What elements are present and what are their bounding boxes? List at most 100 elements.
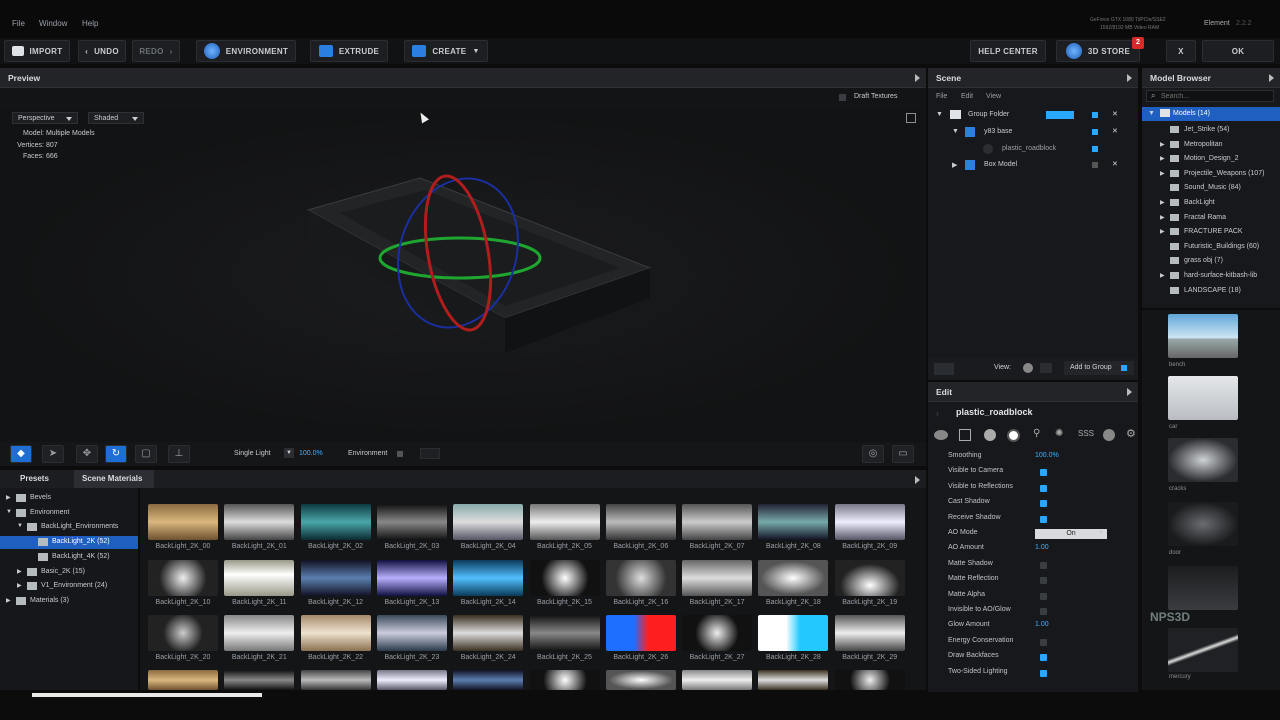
model-folder-item[interactable]: Jet_Strike (54) (1142, 123, 1280, 137)
material-thumbnail-partial[interactable] (224, 670, 295, 690)
gear-icon[interactable]: ⚙ (1126, 427, 1136, 440)
glow-icon[interactable]: ✺ (1055, 428, 1063, 439)
expand-arrow-icon[interactable]: ▼ (6, 509, 12, 515)
undo-button[interactable]: ‹ UNDO (78, 40, 126, 62)
expand-arrow-icon[interactable]: ▶ (1160, 155, 1165, 162)
rotate-icon[interactable]: ↻ (105, 445, 127, 463)
property-checkbox[interactable] (1040, 469, 1047, 477)
tab-presets[interactable]: Presets (6, 470, 64, 488)
material-thumbnail[interactable]: BackLight_2K_18 (758, 559, 829, 612)
sss-icon[interactable]: SSS (1078, 429, 1094, 438)
menu-help[interactable]: Help (82, 19, 98, 28)
material-thumbnail-partial[interactable] (682, 670, 753, 690)
expand-arrow-icon[interactable]: ▶ (6, 494, 11, 501)
material-thumbnail[interactable]: BackLight_2K_21 (224, 615, 295, 667)
maximize-icon[interactable] (906, 113, 916, 123)
expand-arrow-icon[interactable]: ▼ (952, 128, 959, 135)
model-folder-item[interactable]: Sound_Music (84) (1142, 181, 1280, 195)
visibility-checkbox[interactable] (1092, 146, 1098, 152)
material-thumbnail[interactable]: BackLight_2K_20 (148, 615, 218, 667)
material-thumbnail-partial[interactable] (148, 670, 218, 690)
expand-arrow-icon[interactable]: ▼ (1148, 110, 1155, 117)
property-value[interactable]: 1.00 (1035, 544, 1049, 551)
material-thumbnail[interactable]: BackLight_2K_14 (453, 559, 524, 612)
environment-button[interactable]: ENVIRONMENT (196, 40, 296, 62)
material-thumbnail[interactable]: BackLight_2K_01 (224, 504, 295, 556)
model-root-folder[interactable]: ▼ Models (14) (1142, 107, 1280, 121)
material-thumbnail[interactable]: BackLight_2K_13 (376, 559, 447, 612)
material-thumbnail[interactable]: BackLight_2K_19 (834, 559, 905, 612)
model-thumb-cracks[interactable] (1168, 438, 1238, 482)
material-thumbnail[interactable]: BackLight_2K_26 (605, 615, 676, 667)
model-folder-item[interactable]: ▶ hard-surface-kitbash-lib (1142, 269, 1280, 283)
expand-arrow-icon[interactable]: ▶ (1160, 272, 1165, 279)
material-thumbnail-partial[interactable] (300, 670, 371, 690)
model-thumb-bench[interactable] (1168, 314, 1238, 358)
visibility-checkbox[interactable] (1092, 129, 1098, 135)
material-thumbnail-partial[interactable] (758, 670, 829, 690)
camera-add-icon[interactable] (934, 363, 954, 375)
scene-item-group-folder[interactable]: ▼ Group Folder ✕ (928, 108, 1138, 124)
scene-item-y83-base[interactable]: ▼ y83 base ✕ (928, 125, 1138, 141)
property-checkbox[interactable] (1040, 592, 1047, 600)
property-checkbox[interactable] (1040, 669, 1047, 677)
view-mode-dropdown[interactable]: Perspective (12, 112, 78, 124)
delete-icon[interactable]: ✕ (1112, 127, 1118, 135)
property-checkbox[interactable] (1040, 561, 1047, 569)
visibility-checkbox[interactable] (1092, 162, 1098, 168)
create-button[interactable]: CREATE ▼ (404, 40, 488, 62)
material-thumbnail[interactable]: BackLight_2K_00 (148, 504, 218, 556)
extrude-button[interactable]: EXTRUDE (310, 40, 388, 62)
material-thumbnail[interactable]: BackLight_2K_03 (376, 504, 447, 556)
model-folder-item[interactable]: grass obj (7) (1142, 254, 1280, 268)
shading-dropdown[interactable]: Shaded (88, 112, 144, 124)
material-thumbnail[interactable]: BackLight_2K_17 (682, 559, 753, 612)
pivot-icon[interactable]: ⊥ (168, 445, 190, 463)
collapse-arrow-icon[interactable] (1127, 388, 1132, 396)
search-input[interactable] (1161, 92, 1269, 101)
screen-icon[interactable]: ▭ (892, 445, 914, 463)
scene-menu-file[interactable]: File (936, 93, 947, 100)
property-value[interactable]: 100.0% (1035, 452, 1059, 459)
redo-button[interactable]: REDO › (132, 40, 180, 62)
ao-mode-select[interactable]: On (1035, 529, 1107, 539)
expand-arrow-icon[interactable]: ▶ (6, 597, 11, 604)
sphere-view-icon[interactable] (1023, 363, 1033, 373)
model-folder-item[interactable]: ▶ Fractal Rama (1142, 211, 1280, 225)
noise-icon[interactable] (1103, 429, 1115, 441)
menu-window[interactable]: Window (39, 19, 67, 28)
light-dropdown-chevron-icon[interactable]: ▼ (284, 448, 294, 458)
material-thumbnail[interactable]: BackLight_2K_09 (834, 504, 905, 556)
material-thumbnail[interactable]: BackLight_2K_22 (300, 615, 371, 667)
preset-tree-item[interactable]: ▶ Materials (3) (0, 595, 138, 608)
material-thumbnail[interactable]: BackLight_2K_29 (834, 615, 905, 667)
move-icon[interactable]: ✥ (76, 445, 98, 463)
expand-arrow-icon[interactable]: ▶ (1160, 199, 1165, 206)
material-thumbnail-partial[interactable] (834, 670, 905, 690)
model-folder-item[interactable]: ▶ BackLight (1142, 196, 1280, 210)
material-thumbnail[interactable]: BackLight_2K_24 (453, 615, 524, 667)
ok-button[interactable]: OK (1202, 40, 1274, 62)
property-checkbox[interactable] (1040, 638, 1047, 646)
environment-color-swatch[interactable] (420, 448, 440, 459)
material-thumbnail[interactable]: BackLight_2K_02 (300, 504, 371, 556)
expand-arrow-icon[interactable]: ▼ (17, 523, 23, 529)
import-button[interactable]: IMPORT (4, 40, 70, 62)
property-checkbox[interactable] (1040, 484, 1047, 492)
material-thumbnail[interactable]: BackLight_2K_06 (605, 504, 676, 556)
model-thumb-car[interactable] (1168, 376, 1238, 420)
material-thumbnail[interactable]: BackLight_2K_16 (605, 559, 676, 612)
preset-tree-item[interactable]: ▶ Bevels (0, 492, 138, 505)
material-thumbnail[interactable]: BackLight_2K_04 (453, 504, 524, 556)
expand-arrow-icon[interactable]: ▶ (17, 568, 22, 575)
material-thumbnail[interactable]: BackLight_2K_10 (148, 559, 218, 612)
material-thumbnail-partial[interactable] (529, 670, 600, 690)
material-thumbnail-partial[interactable] (376, 670, 447, 690)
preset-tree-item[interactable]: ▶ Basic_2K (15) (0, 566, 138, 579)
property-checkbox[interactable] (1040, 577, 1047, 585)
material-thumbnail[interactable]: BackLight_2K_05 (529, 504, 600, 556)
tab-scene-materials[interactable]: Scene Materials (74, 470, 154, 488)
delete-icon[interactable]: ✕ (1112, 110, 1118, 118)
scale-icon[interactable]: ▢ (135, 445, 157, 463)
model-folder-item[interactable]: ▶ Projectile_Weapons (107) (1142, 167, 1280, 181)
